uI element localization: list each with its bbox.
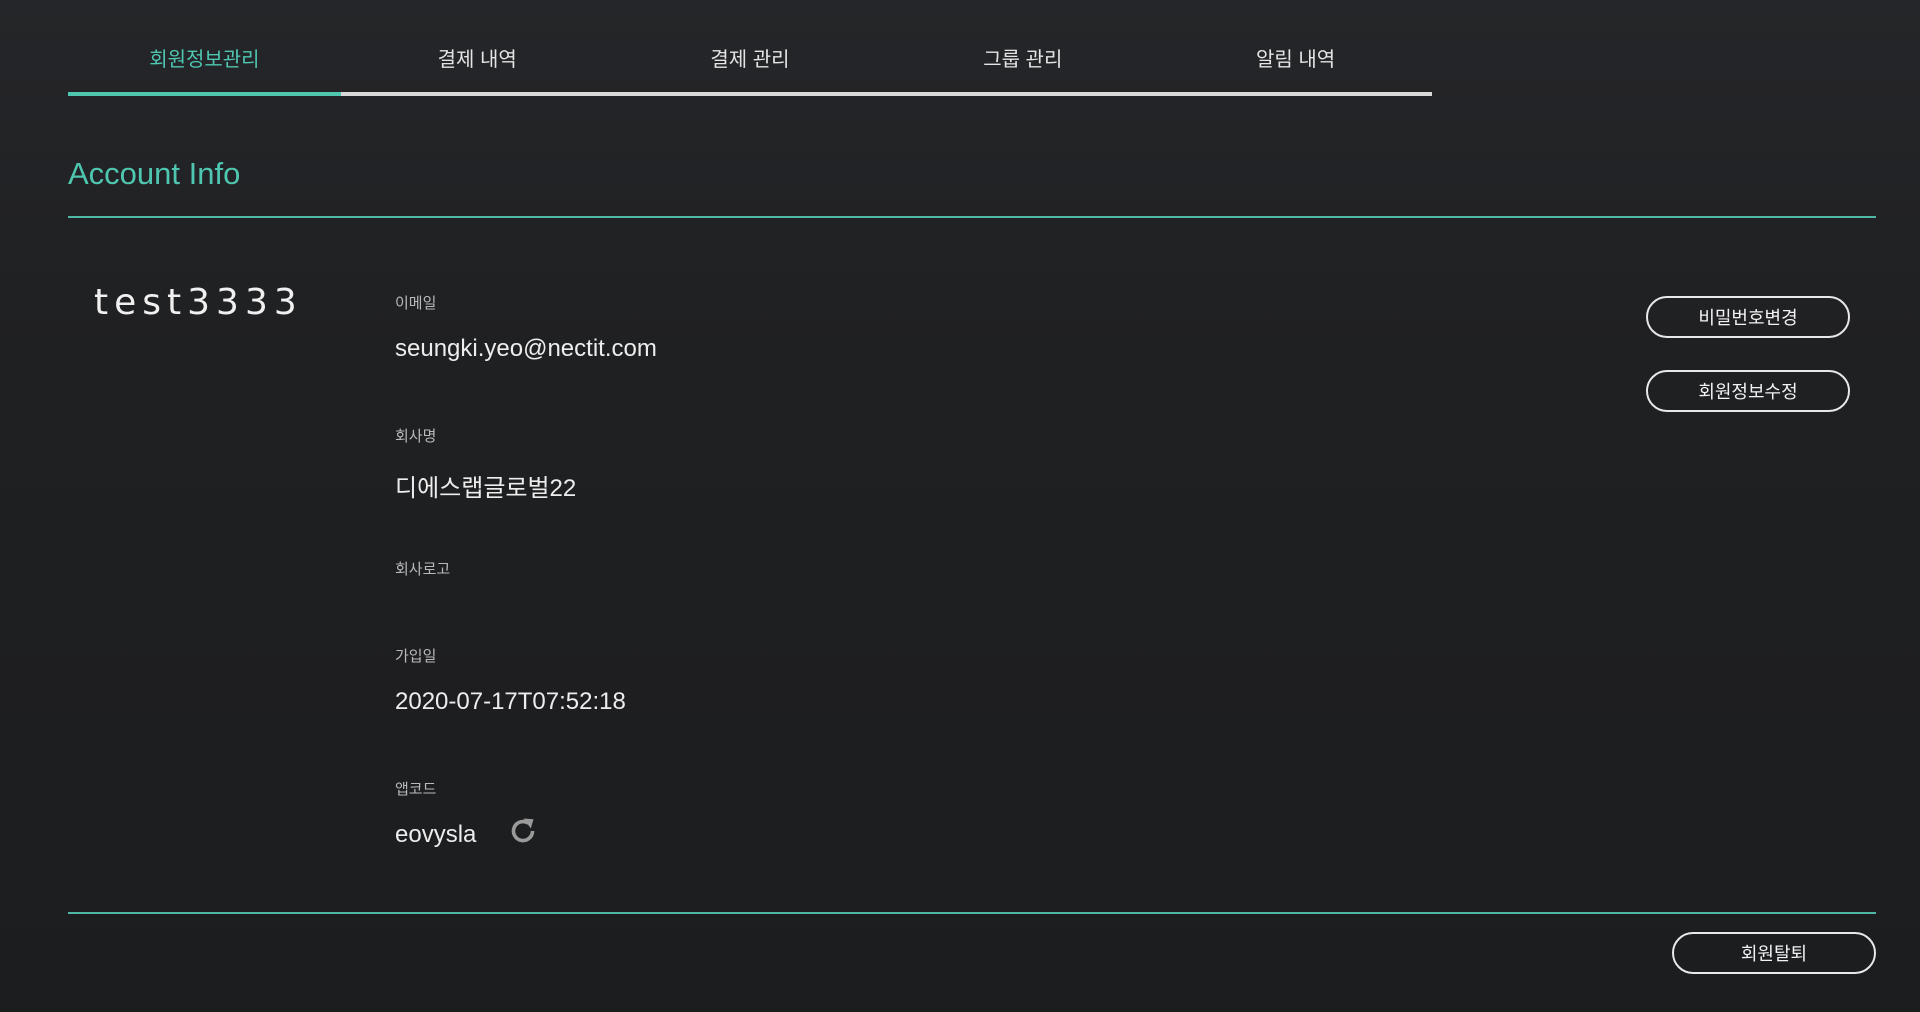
edit-member-info-button[interactable]: 회원정보수정 <box>1646 370 1850 412</box>
tab-payment-management[interactable]: 결제 관리 <box>614 22 887 92</box>
company-logo-label: 회사로고 <box>395 561 451 578</box>
email-label: 이메일 <box>395 295 437 312</box>
tab-notification-history[interactable]: 알림 내역 <box>1159 22 1432 92</box>
tab-label: 알림 내역 <box>1256 48 1336 71</box>
company-value: 디에스랩글로벌22 <box>395 475 577 502</box>
tab-member-info[interactable]: 회원정보관리 <box>68 22 341 96</box>
tab-bar: 회원정보관리 결제 내역 결제 관리 그룹 관리 알림 내역 <box>68 22 1432 96</box>
section-divider-bottom <box>68 912 1876 914</box>
email-value: seungki.yeo@nectit.com <box>395 335 657 362</box>
app-code-label: 앱코드 <box>395 781 437 798</box>
tab-group-management[interactable]: 그룹 관리 <box>886 22 1159 92</box>
tab-label: 결제 관리 <box>710 48 790 71</box>
username: test3333 <box>94 282 303 323</box>
refresh-icon[interactable] <box>508 816 538 846</box>
withdraw-membership-button[interactable]: 회원탈퇴 <box>1672 932 1876 974</box>
page-title: Account Info <box>68 156 241 191</box>
company-label: 회사명 <box>395 428 437 445</box>
section-divider-top <box>68 216 1876 218</box>
change-password-button[interactable]: 비밀번호변경 <box>1646 296 1850 338</box>
tab-label: 회원정보관리 <box>149 48 260 71</box>
tab-payment-history[interactable]: 결제 내역 <box>341 22 614 92</box>
tab-label: 결제 내역 <box>437 48 517 71</box>
account-page: 회원정보관리 결제 내역 결제 관리 그룹 관리 알림 내역 Account I… <box>0 0 1920 1012</box>
app-code-value: eovysla <box>395 821 477 848</box>
joined-date-value: 2020-07-17T07:52:18 <box>395 688 626 715</box>
joined-date-label: 가입일 <box>395 648 437 665</box>
tab-label: 그룹 관리 <box>983 48 1063 71</box>
